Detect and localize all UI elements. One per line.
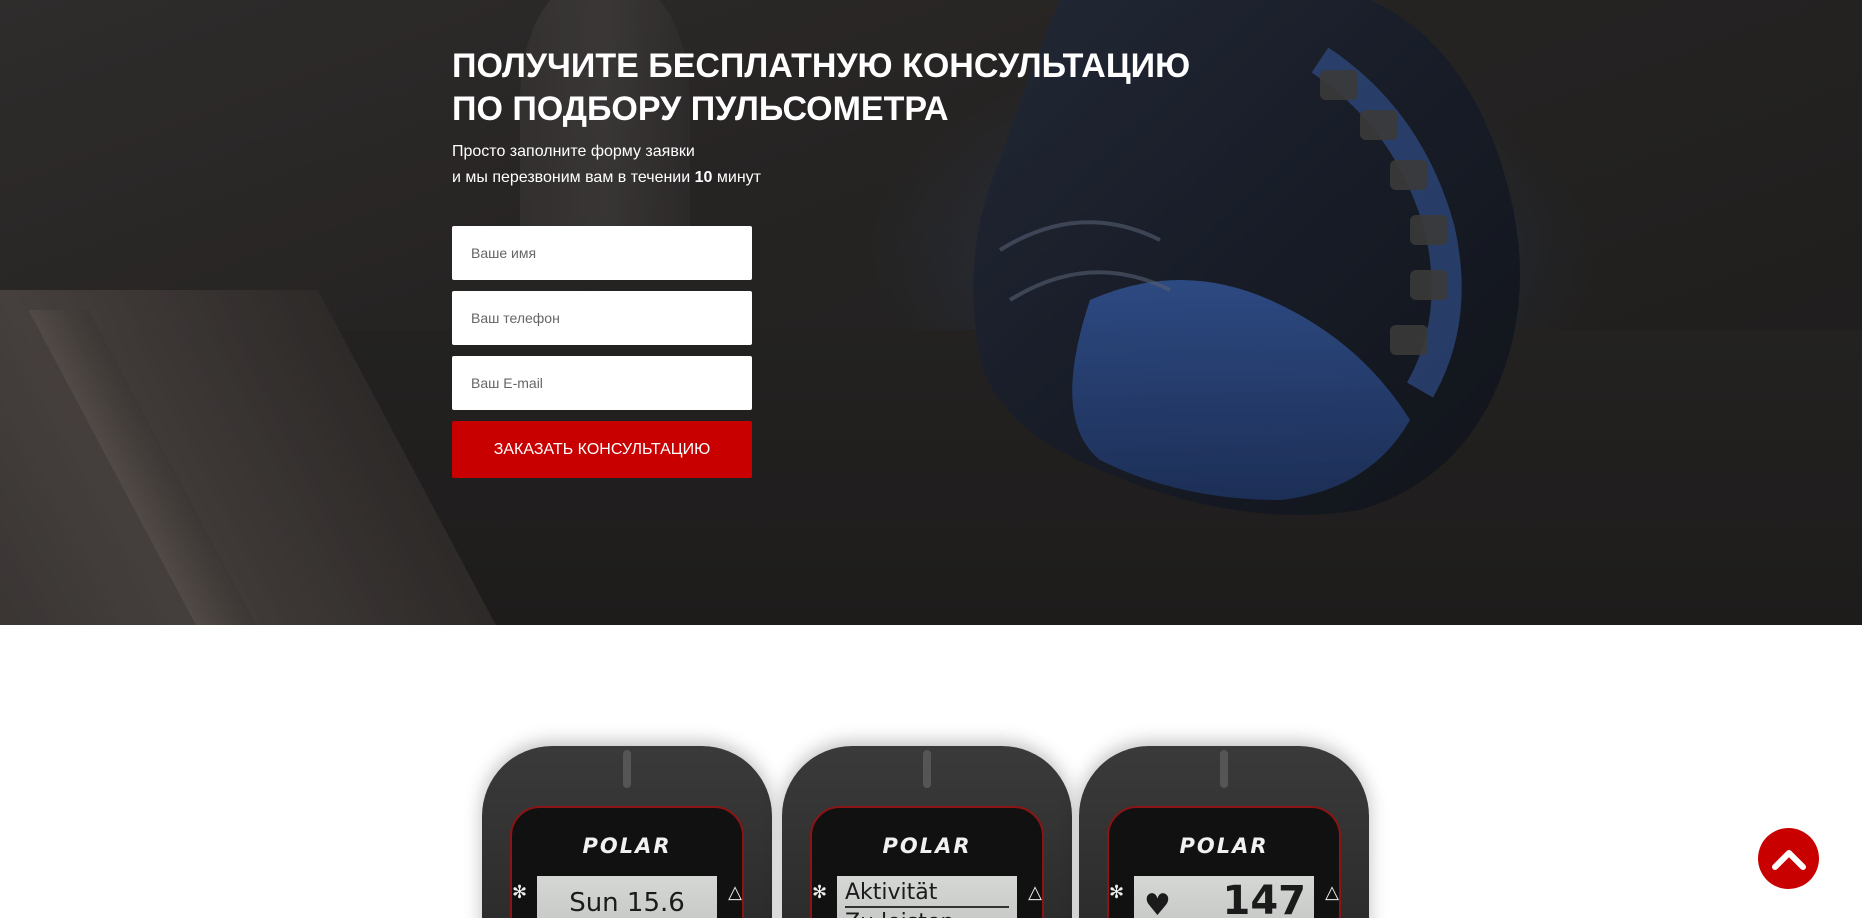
watch-band-notch [1220, 750, 1228, 788]
polar-logo: POLAR [1079, 834, 1369, 858]
chevron-up-icon [1771, 849, 1806, 870]
heart-icon: ♥ [1144, 888, 1171, 918]
hero-content: ПОЛУЧИТЕ БЕСПЛАТНУЮ КОНСУЛЬТАЦИЮ ПО ПОДБ… [452, 45, 1272, 191]
watch-screen: ♥ 147 [1134, 876, 1314, 918]
hero-subtitle-line2-prefix: и мы перезвоним вам в течении [452, 169, 691, 186]
up-triangle-icon: △ [1325, 882, 1339, 903]
watch-screen-heart-rate: 147 [1222, 878, 1307, 918]
hero-subtitle: Просто заполните форму заявки и мы перез… [452, 139, 1272, 191]
watch-band-notch [623, 750, 631, 788]
watches-section: POLAR ✻ △ Sun 15.6 POLAR ✻ △ Aktivität Z… [452, 740, 1372, 918]
watch-screen: Sun 15.6 [537, 876, 717, 918]
polar-logo-text: POLAR [1179, 834, 1269, 858]
hero-subtitle-line1: Просто заполните форму заявки [452, 143, 695, 160]
up-triangle-icon: △ [1028, 882, 1042, 903]
name-input[interactable] [452, 226, 752, 280]
hero-title: ПОЛУЧИТЕ БЕСПЛАТНУЮ КОНСУЛЬТАЦИЮ ПО ПОДБ… [452, 45, 1272, 131]
watch-screen: Aktivität Zu leisten [837, 876, 1017, 918]
hero-section: ПОЛУЧИТЕ БЕСПЛАТНУЮ КОНСУЛЬТАЦИЮ ПО ПОДБ… [0, 0, 1862, 625]
hero-subtitle-line2-suffix: минут [716, 169, 761, 186]
watch-band-notch [923, 750, 931, 788]
light-icon: ✻ [512, 882, 528, 903]
phone-input[interactable] [452, 291, 752, 345]
order-consultation-button[interactable]: ЗАКАЗАТЬ КОНСУЛЬТАЦИЮ [452, 421, 752, 478]
watch-image-1: POLAR ✻ △ Sun 15.6 [482, 746, 772, 918]
polar-logo: POLAR [782, 834, 1072, 858]
polar-logo: POLAR [482, 834, 772, 858]
scroll-to-top-button[interactable] [1758, 828, 1819, 889]
light-icon: ✻ [1109, 882, 1125, 903]
watch-image-2: POLAR ✻ △ Aktivität Zu leisten [782, 746, 1072, 918]
polar-logo-text: POLAR [882, 834, 972, 858]
email-input[interactable] [452, 356, 752, 410]
consultation-form: ЗАКАЗАТЬ КОНСУЛЬТАЦИЮ [452, 226, 752, 478]
watch-screen-date: Sun 15.6 [569, 888, 685, 918]
polar-logo-text: POLAR [582, 834, 672, 858]
hero-title-line1: ПОЛУЧИТЕ БЕСПЛАТНУЮ КОНСУЛЬТАЦИЮ [452, 47, 1191, 85]
up-triangle-icon: △ [728, 882, 742, 903]
light-icon: ✻ [812, 882, 828, 903]
watch-screen-line1: Aktivität [845, 880, 1009, 908]
watch-screen-line2: Zu leisten [845, 910, 1009, 918]
watch-image-3: POLAR ✻ △ ♥ 147 [1079, 746, 1369, 918]
hero-subtitle-minutes-number: 10 [694, 169, 713, 186]
hero-title-line2: ПО ПОДБОРУ ПУЛЬСОМЕТРА [452, 90, 949, 128]
